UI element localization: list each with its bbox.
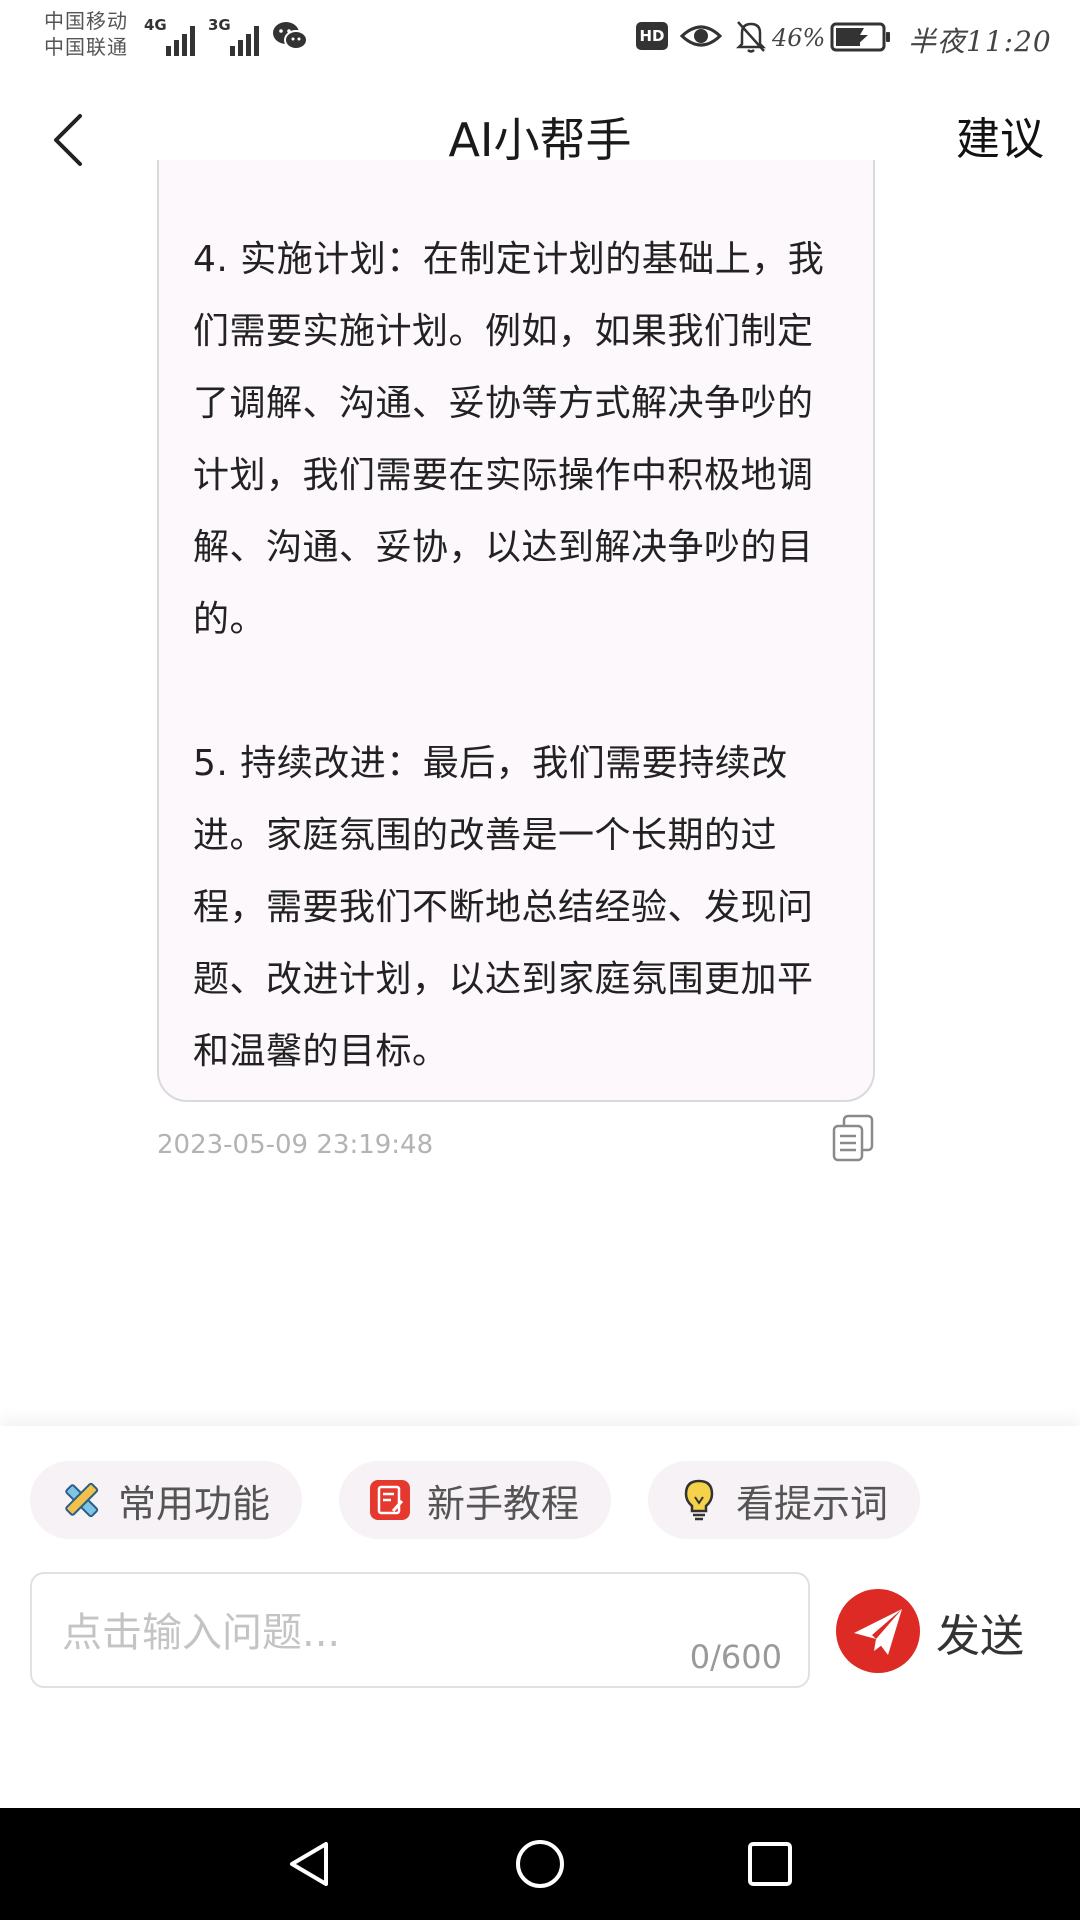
home-circle-icon[interactable]	[514, 1838, 566, 1890]
mute-bell-icon	[735, 21, 767, 53]
lightbulb-icon	[684, 1479, 714, 1521]
copy-icon[interactable]	[832, 1114, 874, 1162]
status-bar: 中国移动 中国联通 4G 3G HD 46% 半夜11:20	[0, 0, 1080, 80]
hd-badge: HD	[636, 22, 668, 50]
char-counter: 0/600	[689, 1638, 782, 1676]
shortcut-prompts[interactable]: 看提示词	[648, 1461, 920, 1539]
carrier-1: 中国移动	[44, 9, 128, 33]
battery-charging-icon	[830, 22, 890, 52]
back-triangle-icon[interactable]	[284, 1838, 336, 1890]
shortcut-common-functions[interactable]: 常用功能	[30, 1461, 302, 1539]
carrier-names: 中国移动 中国联通	[44, 8, 128, 60]
shortcut-label: 新手教程	[427, 1481, 580, 1526]
wechat-icon	[273, 22, 308, 50]
clock: 半夜11:20	[908, 25, 1052, 58]
suggest-button[interactable]: 建议	[956, 110, 1044, 170]
battery-percent: 46%	[772, 24, 826, 52]
carrier-2: 中国联通	[44, 35, 128, 59]
shortcut-tutorial[interactable]: 新手教程	[339, 1461, 611, 1539]
tools-icon	[65, 1482, 99, 1518]
eye-icon	[680, 25, 722, 47]
recents-square-icon[interactable]	[744, 1838, 796, 1890]
message-timestamp: 2023-05-09 23:19:48	[157, 1130, 434, 1160]
question-input[interactable]: 点击输入问题... 0/600	[30, 1572, 810, 1688]
system-nav-bar	[0, 1808, 1080, 1920]
input-placeholder: 点击输入问题...	[62, 1610, 341, 1656]
tutorial-icon	[370, 1480, 410, 1520]
send-button[interactable]: 发送	[836, 1586, 1028, 1676]
ai-message-text: 4. 实施计划：在制定计划的基础上，我们需要实施计划。例如，如果我们制定了调解、…	[193, 239, 825, 1072]
send-circle	[836, 1589, 920, 1673]
paper-plane-icon	[854, 1609, 902, 1655]
shortcut-label: 看提示词	[736, 1481, 889, 1526]
send-label: 发送	[936, 1611, 1024, 1662]
shortcut-label: 常用功能	[118, 1481, 271, 1526]
